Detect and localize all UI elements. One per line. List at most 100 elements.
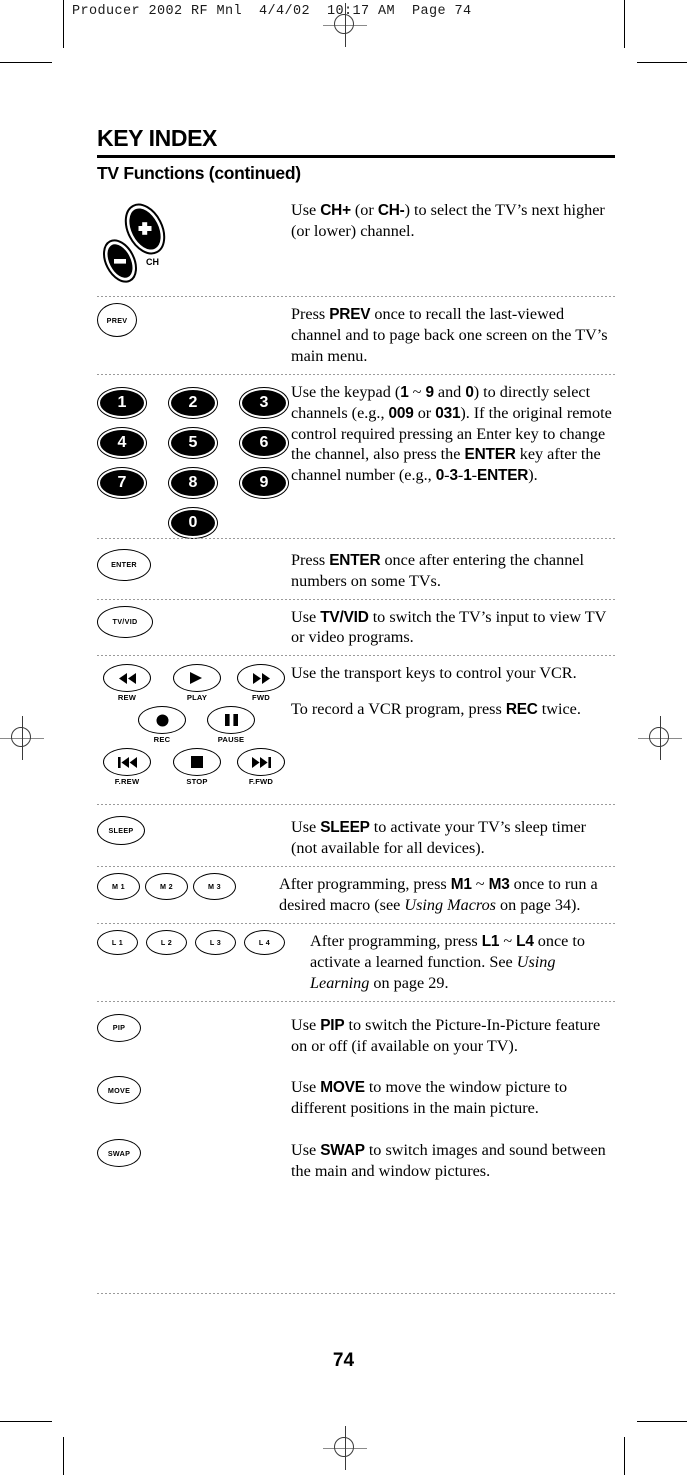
crop-mark-bottom-left-vertical bbox=[63, 1437, 64, 1475]
key-description: Press ENTER once after entering the chan… bbox=[291, 549, 615, 592]
macro-key-m3-icon: M 3 bbox=[193, 873, 236, 901]
crop-mark-bottom-right-vertical bbox=[624, 1437, 625, 1475]
record-key-icon: REC bbox=[138, 706, 186, 744]
key-illustration-cell: SWAP bbox=[97, 1139, 291, 1168]
key-illustration-cell: M 1 M 2 M 3 bbox=[97, 873, 291, 901]
keypad-key-2: 2 bbox=[168, 386, 218, 419]
key-description-text: Use PIP to switch the Picture-In-Picture… bbox=[291, 1015, 601, 1055]
macro-key-label: M 1 bbox=[112, 882, 125, 892]
table-row: 1 2 3 4 5 6 7 8 9 0 Use the keypad (1 ~ … bbox=[97, 373, 615, 539]
learn-key-label: L 3 bbox=[209, 937, 222, 947]
key-illustration-cell: MOVE bbox=[97, 1076, 291, 1105]
key-description-text: Use TV/VID to switch the TV’s input to v… bbox=[291, 607, 607, 647]
macro-key-m2-icon: M 2 bbox=[145, 873, 188, 901]
enter-key-label: ENTER bbox=[111, 560, 137, 570]
swap-key-icon: SWAP bbox=[97, 1139, 141, 1168]
key-outline bbox=[103, 748, 151, 777]
skip-back-glyph-icon bbox=[117, 756, 137, 768]
prev-key-icon: PREV bbox=[97, 303, 137, 338]
move-key-label: MOVE bbox=[107, 1085, 131, 1095]
key-digit: 3 bbox=[242, 389, 286, 416]
key-description-text: After programming, press M1 ~ M3 once to… bbox=[279, 875, 598, 915]
footer-divider-rule bbox=[97, 1293, 615, 1294]
table-row: REW PLAY FWD REC PAUSE F.REW STOP F.FWD … bbox=[97, 655, 615, 804]
registration-mark-left bbox=[0, 716, 44, 760]
stop-glyph-icon bbox=[191, 756, 203, 769]
crop-mark-top-left-horizontal bbox=[0, 62, 52, 63]
key-illustration-cell: CH bbox=[97, 199, 291, 289]
key-description-text: Press ENTER once after entering the chan… bbox=[291, 550, 584, 590]
key-description-text: Use SLEEP to activate your TV’s sleep ti… bbox=[291, 818, 587, 858]
key-illustration-cell: 1 2 3 4 5 6 7 8 9 0 bbox=[97, 381, 291, 539]
table-row: L 1 L 2 L 3 L 4 After programming, press… bbox=[97, 922, 615, 1001]
learn-key-l2-icon: L 2 bbox=[146, 929, 187, 955]
key-outline bbox=[173, 664, 221, 693]
learn-key-label: L 4 bbox=[258, 937, 271, 947]
pause-key-icon: PAUSE bbox=[207, 706, 255, 744]
key-description: Use SWAP to switch images and sound betw… bbox=[291, 1139, 615, 1182]
key-description: Use SLEEP to activate your TV’s sleep ti… bbox=[291, 816, 615, 859]
key-digit: 1 bbox=[100, 389, 144, 416]
key-illustration-cell: ENTER bbox=[97, 548, 291, 581]
swap-key-label: SWAP bbox=[107, 1148, 131, 1158]
fast-forward-glyph-icon bbox=[252, 672, 270, 684]
registration-mark-right bbox=[638, 716, 682, 760]
key-outline bbox=[207, 706, 255, 735]
key-caption: FWD bbox=[252, 693, 270, 703]
key-outline bbox=[237, 748, 285, 777]
page-number: 74 bbox=[332, 1350, 355, 1371]
keypad-key-0: 0 bbox=[168, 506, 218, 539]
key-illustration-cell: SLEEP bbox=[97, 816, 291, 846]
registration-mark-ring bbox=[11, 727, 31, 747]
macro-key-m1-icon: M 1 bbox=[97, 873, 140, 901]
enter-key-icon: ENTER bbox=[97, 548, 151, 581]
sleep-key-icon: SLEEP bbox=[97, 816, 145, 846]
keypad-key-1: 1 bbox=[97, 386, 147, 419]
play-glyph-icon bbox=[190, 672, 202, 685]
key-description: After programming, press M1 ~ M3 once to… bbox=[279, 873, 615, 916]
rewind-glyph-icon bbox=[118, 672, 136, 684]
play-key-icon: PLAY bbox=[173, 664, 221, 702]
table-row: PIP Use PIP to switch the Picture-In-Pic… bbox=[97, 1000, 615, 1064]
key-description-text: After programming, press L1 ~ L4 once to… bbox=[310, 931, 585, 992]
key-illustration-cell: L 1 L 2 L 3 L 4 bbox=[97, 929, 291, 955]
key-digit: 8 bbox=[171, 469, 215, 496]
key-caption: PLAY bbox=[186, 693, 208, 703]
key-outline bbox=[138, 706, 186, 735]
key-description: Use MOVE to move the window picture to d… bbox=[291, 1076, 615, 1119]
forward-key-icon: FWD bbox=[237, 664, 285, 702]
learn-key-label: L 2 bbox=[160, 937, 173, 947]
key-illustration-cell: TV/VID bbox=[97, 605, 291, 638]
key-description: Use CH+ (or CH-) to select the TV’s next… bbox=[291, 199, 615, 242]
key-illustration-cell: PIP bbox=[97, 1013, 291, 1042]
key-description: After programming, press L1 ~ L4 once to… bbox=[310, 930, 615, 994]
svg-text:CH: CH bbox=[146, 257, 159, 267]
key-description-text: Use SWAP to switch images and sound betw… bbox=[291, 1141, 606, 1181]
table-row: ENTER Press ENTER once after entering th… bbox=[97, 537, 615, 599]
key-illustration-cell: REW PLAY FWD REC PAUSE F.REW STOP F.FWD bbox=[97, 662, 291, 797]
key-digit: 6 bbox=[242, 429, 286, 456]
section-title: TV Functions (continued) bbox=[97, 163, 301, 184]
keypad-key-8: 8 bbox=[168, 466, 218, 499]
tv-vid-key-label: TV/VID bbox=[112, 617, 138, 627]
crop-mark-top-right-vertical bbox=[624, 0, 625, 48]
key-digit: 5 bbox=[171, 429, 215, 456]
learn-key-label: L 1 bbox=[111, 937, 124, 947]
keypad-key-6: 6 bbox=[239, 426, 289, 459]
registration-mark-bottom bbox=[323, 1426, 367, 1470]
record-glyph-icon bbox=[156, 714, 168, 727]
sleep-key-label: SLEEP bbox=[108, 826, 134, 836]
keypad-key-4: 4 bbox=[97, 426, 147, 459]
key-outline bbox=[237, 664, 285, 693]
key-digit: 2 bbox=[171, 389, 215, 416]
key-description: Use PIP to switch the Picture-In-Picture… bbox=[291, 1014, 615, 1057]
macro-key-label: M 3 bbox=[208, 882, 221, 892]
key-description-text: Use MOVE to move the window picture to d… bbox=[291, 1078, 568, 1118]
key-digit: 0 bbox=[171, 509, 215, 536]
key-description-text: Use the keypad (1 ~ 9 and 0) to directly… bbox=[291, 382, 612, 485]
table-row: SLEEP Use SLEEP to activate your TV’s sl… bbox=[97, 804, 615, 866]
print-slug-header: Producer 2002 RF Mnl 4/4/02 10:17 AM Pag… bbox=[72, 4, 472, 19]
registration-mark-ring bbox=[649, 727, 669, 747]
macro-key-label: M 2 bbox=[160, 882, 173, 892]
key-outline bbox=[103, 664, 151, 693]
